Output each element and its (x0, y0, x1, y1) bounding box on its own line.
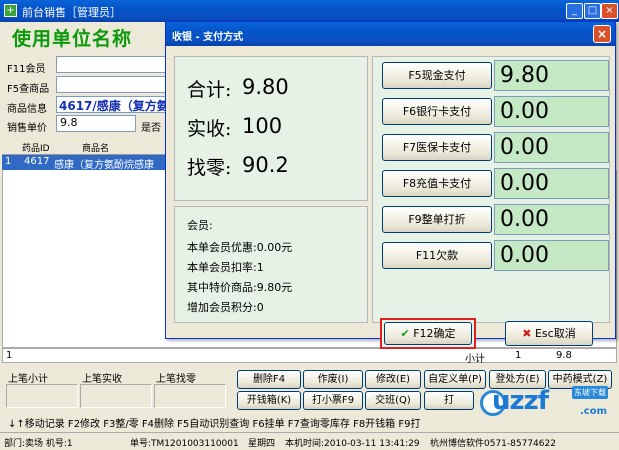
discount-button[interactable]: F9整单打折 (382, 206, 492, 233)
print-ticket-button[interactable]: 打小票F9 (303, 391, 363, 410)
status-bar: 部门:卖场 机号:1 单号:TM1201003110001 星期四 本机时间:2… (0, 432, 619, 450)
summary-amount: 9.8 (556, 350, 572, 361)
member-panel: 会员: 本单会员优惠:0.00元 本单会员扣率:1 其中特价商品:9.80元 增… (174, 206, 368, 323)
confirm-button[interactable]: ✔ F12确定 (384, 322, 472, 345)
received-label: 实收: (187, 118, 232, 140)
payment-dialog[interactable]: 收银 - 支付方式 × 合计: 9.80 实收: 100 找零: 90.2 会员… (165, 21, 616, 349)
payment-panel: F5现金支付 9.80 F6银行卡支付 0.00 F7医保卡支付 0.00 F8… (372, 56, 610, 349)
print-button[interactable]: 打 (424, 391, 474, 410)
shift-button[interactable]: 交班(Q) (365, 391, 421, 410)
unit-price-label: 销售单价 (7, 123, 47, 134)
cancel-button[interactable]: ✖ Esc取消 (505, 321, 593, 346)
close-button[interactable]: × (601, 3, 618, 19)
watermark: uzzf 东坡下载 .com (480, 384, 616, 428)
status-order-no: 单号:TM1201003110001 (130, 439, 239, 449)
lookup-label: F5查商品 (7, 84, 50, 95)
totals-panel: 合计: 9.80 实收: 100 找零: 90.2 (174, 56, 368, 201)
total-label: 合计: (187, 79, 232, 101)
stored-value-amount-field[interactable]: 0.00 (494, 168, 609, 199)
open-drawer-button[interactable]: 开钱箱(K) (237, 391, 301, 410)
bank-card-pay-button[interactable]: F6银行卡支付 (382, 98, 492, 125)
confirm-button-focus-ring: ✔ F12确定 (380, 318, 476, 349)
maximize-button[interactable]: □ (584, 3, 601, 19)
dialog-title: 收银 - 支付方式 (172, 32, 244, 43)
member-discount: 本单会员优惠:0.00元 (187, 241, 293, 254)
store-name: 使用单位名称 (12, 28, 133, 50)
unit-price-field[interactable]: 9.8 (56, 115, 136, 132)
status-vendor: 杭州博信软件0571-85774622 (430, 439, 556, 449)
window-titlebar[interactable]: + 前台销售［管理员］ _ □ × (0, 0, 619, 22)
prev-subtotal-label: 上笔小计 (8, 374, 48, 385)
status-weekday: 星期四 (248, 439, 276, 449)
change-label: 找零: (187, 157, 232, 179)
dialog-titlebar[interactable]: 收银 - 支付方式 × (166, 22, 615, 46)
minimize-button[interactable]: _ (566, 3, 583, 19)
special-items: 其中特价商品:9.80元 (187, 281, 293, 294)
summary-subtotal-label: 小计 (465, 354, 485, 365)
modify-button[interactable]: 修改(E) (365, 370, 421, 389)
credit-amount-field[interactable]: 0.00 (494, 240, 609, 271)
stored-value-pay-button[interactable]: F8充值卡支付 (382, 170, 492, 197)
cancel-label: Esc取消 (534, 327, 576, 340)
prev-subtotal-box (6, 384, 78, 408)
row-index: 1 (5, 156, 12, 167)
medical-card-pay-button[interactable]: F7医保卡支付 (382, 134, 492, 161)
total-value: 9.80 (242, 75, 289, 99)
row-id: 4617 (24, 156, 50, 167)
credit-button[interactable]: F11欠款 (382, 242, 492, 269)
confirm-label: F12确定 (413, 327, 456, 340)
grid-col-id: 药品ID (22, 144, 50, 154)
bank-card-amount-field[interactable]: 0.00 (494, 96, 609, 127)
dialog-close-icon[interactable]: × (593, 25, 611, 43)
is-label: 是否 (141, 123, 161, 134)
change-value: 90.2 (242, 153, 289, 177)
cash-pay-button[interactable]: F5现金支付 (382, 62, 492, 89)
window-title: 前台销售［管理员］ (22, 6, 121, 19)
table-row[interactable]: 1 4617 感康（复方氨酚烷感康 (2, 155, 167, 171)
cash-amount-field[interactable]: 9.80 (494, 60, 609, 91)
app-icon: + (4, 4, 17, 17)
watermark-logo: uzzf (492, 386, 549, 416)
grid-header: 药品ID 商品名 (2, 139, 167, 155)
watermark-site: .com (580, 406, 608, 417)
medical-card-amount-field[interactable]: 0.00 (494, 132, 609, 163)
shortcut-text: ↓↑移动记录 F2修改 F3整/零 F4删除 F5自动识别查询 F6挂单 F7查… (8, 419, 421, 430)
grid-col-name: 商品名 (82, 144, 110, 154)
add-points: 增加会员积分:0 (187, 301, 264, 314)
cancel-icon: ✖ (522, 327, 532, 340)
received-value: 100 (242, 114, 283, 138)
prev-change-label: 上笔找零 (156, 374, 196, 385)
prev-change-box (154, 384, 226, 408)
summary-qty: 1 (515, 350, 522, 361)
prev-paid-label: 上笔实收 (82, 374, 122, 385)
void-button[interactable]: 作废(I) (303, 370, 363, 389)
member-input[interactable] (56, 56, 168, 73)
discount-amount-field[interactable]: 0.00 (494, 204, 609, 235)
delete-button[interactable]: 删除F4 (237, 370, 301, 389)
member-rate: 本单会员扣率:1 (187, 261, 264, 274)
summary-index: 1 (6, 350, 13, 361)
status-time: 本机时间:2010-03-11 13:41:29 (285, 439, 420, 449)
prev-paid-box (80, 384, 152, 408)
custom-order-button[interactable]: 自定义单(P) (424, 370, 486, 389)
lookup-input[interactable] (56, 76, 168, 93)
summary-row: 1 小计 1 9.8 (2, 348, 617, 365)
row-name: 感康（复方氨酚烷感康 (54, 160, 154, 171)
member-header: 会员: (187, 219, 213, 232)
check-icon: ✔ (400, 327, 410, 340)
status-dept: 部门:卖场 机号:1 (4, 439, 73, 449)
member-label: F11会员 (7, 64, 46, 75)
product-info-field[interactable]: 4617/感康（复方氨 (56, 96, 168, 113)
product-info-label: 商品信息 (7, 104, 47, 115)
watermark-tag: 东坡下载 (572, 386, 608, 399)
